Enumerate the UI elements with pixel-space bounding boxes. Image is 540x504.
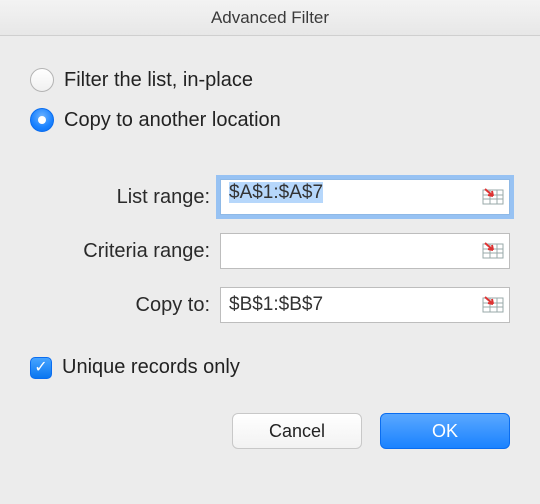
- label-criteria-range: Criteria range:: [30, 240, 220, 263]
- label-copy-to: Copy to:: [30, 294, 220, 317]
- dialog-buttons: Cancel OK: [0, 413, 540, 449]
- range-selector-icon[interactable]: [482, 241, 504, 261]
- copy-to-input[interactable]: [220, 287, 510, 323]
- input-wrap-copy-to: [220, 287, 510, 323]
- radio-icon: [30, 108, 54, 132]
- row-copy-to: Copy to:: [30, 278, 510, 332]
- unique-records-checkbox[interactable]: ✓ Unique records only: [30, 356, 510, 379]
- radio-label: Filter the list, in-place: [64, 69, 253, 92]
- radio-filter-in-place[interactable]: Filter the list, in-place: [30, 60, 510, 100]
- ok-button[interactable]: OK: [380, 413, 510, 449]
- cancel-button[interactable]: Cancel: [232, 413, 362, 449]
- label-list-range: List range:: [30, 186, 220, 209]
- row-list-range: List range: $A$1:$A$7: [30, 170, 510, 224]
- checkbox-icon: ✓: [30, 357, 52, 379]
- row-criteria-range: Criteria range:: [30, 224, 510, 278]
- list-range-input[interactable]: $A$1:$A$7: [220, 179, 510, 215]
- dialog-title: Advanced Filter: [0, 0, 540, 36]
- input-wrap-list-range: $A$1:$A$7: [220, 179, 510, 215]
- radio-label: Copy to another location: [64, 109, 281, 132]
- input-wrap-criteria-range: [220, 233, 510, 269]
- criteria-range-input[interactable]: [220, 233, 510, 269]
- range-selector-icon[interactable]: [482, 187, 504, 207]
- radio-icon: [30, 68, 54, 92]
- unique-records-label: Unique records only: [62, 356, 240, 379]
- radio-copy-to-location[interactable]: Copy to another location: [30, 100, 510, 140]
- range-selector-icon[interactable]: [482, 295, 504, 315]
- dialog-body: Filter the list, in-place Copy to anothe…: [0, 36, 540, 379]
